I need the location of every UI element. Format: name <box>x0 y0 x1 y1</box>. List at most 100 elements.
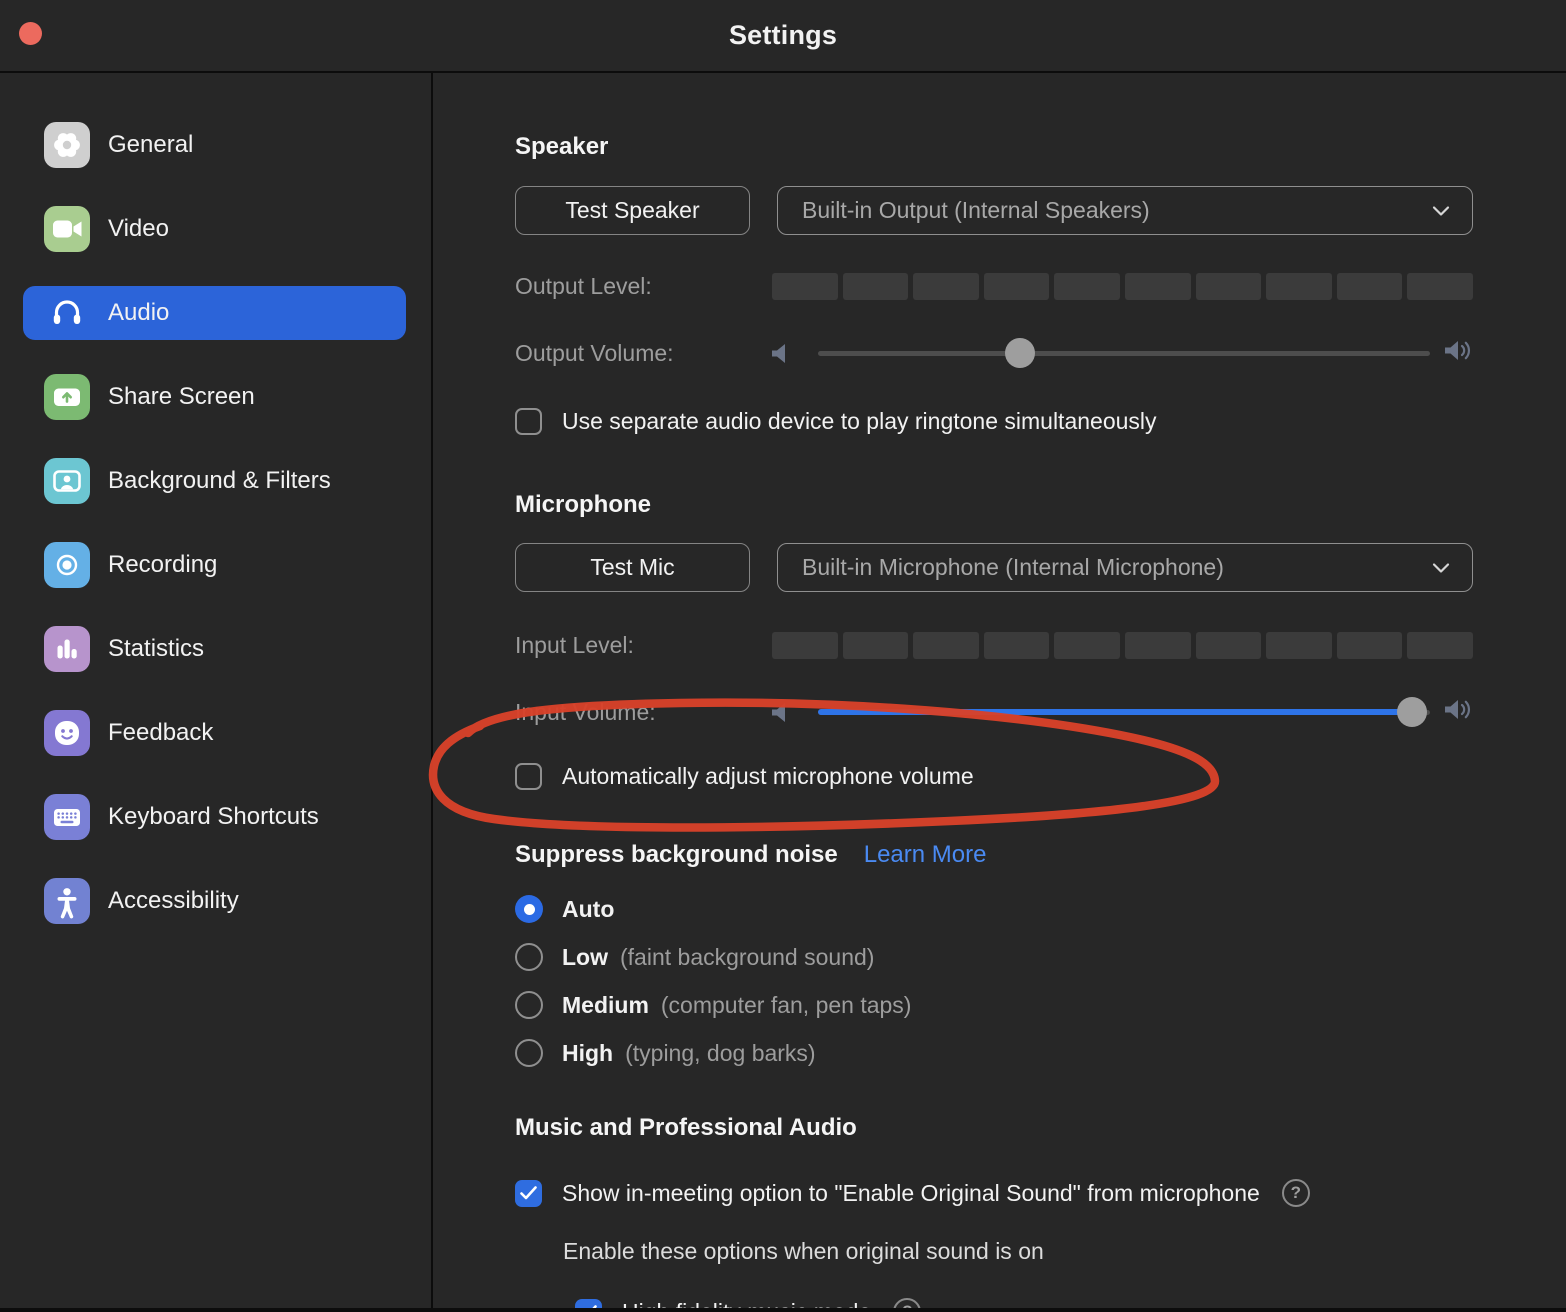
mic-loud-icon <box>1445 698 1473 726</box>
radio-auto[interactable] <box>515 895 543 923</box>
titlebar: Settings <box>0 0 1566 73</box>
sidebar-item-label: Share Screen <box>108 383 255 411</box>
speaker-heading: Speaker <box>515 133 1473 161</box>
share-screen-icon <box>44 374 90 420</box>
auto-adjust-checkbox-row: Automatically adjust microphone volume <box>515 762 1473 790</box>
output-volume-label: Output Volume: <box>515 340 772 367</box>
output-level-row: Output Level: <box>515 273 1473 300</box>
radio-high[interactable] <box>515 1039 543 1067</box>
ringtone-checkbox-row: Use separate audio device to play ringto… <box>515 407 1473 435</box>
sidebar-item-audio[interactable]: Audio <box>23 286 406 340</box>
input-volume-knob[interactable] <box>1397 697 1427 727</box>
noise-option-medium: Medium (computer fan, pen taps) <box>515 991 1473 1019</box>
sidebar-item-keyboard-shortcuts[interactable]: Keyboard Shortcuts <box>23 790 406 844</box>
record-icon <box>44 542 90 588</box>
input-level-row: Input Level: <box>515 632 1473 659</box>
radio-medium[interactable] <box>515 991 543 1019</box>
sidebar-item-label: Feedback <box>108 719 213 747</box>
video-camera-icon <box>44 206 90 252</box>
input-level-label: Input Level: <box>515 632 772 659</box>
output-volume-knob[interactable] <box>1005 338 1035 368</box>
speaker-device-value: Built-in Output (Internal Speakers) <box>802 197 1150 224</box>
radio-high-hint: (typing, dog barks) <box>625 1040 815 1067</box>
sidebar: General Video <box>0 73 433 1310</box>
window-title: Settings <box>729 20 837 51</box>
noise-option-auto: Auto <box>515 895 1473 923</box>
sidebar-item-accessibility[interactable]: Accessibility <box>23 874 406 928</box>
input-volume-label: Input Volume: <box>515 699 772 726</box>
checkmark-icon <box>580 1305 597 1312</box>
bar-chart-icon <box>44 626 90 672</box>
input-level-meter <box>772 632 1473 659</box>
sidebar-item-label: Keyboard Shortcuts <box>108 803 319 831</box>
mic-device-value: Built-in Microphone (Internal Microphone… <box>802 554 1224 581</box>
sidebar-item-label: Audio <box>108 299 169 327</box>
input-volume-slider[interactable] <box>818 697 1430 727</box>
radio-low[interactable] <box>515 943 543 971</box>
sidebar-item-label: Accessibility <box>108 887 239 915</box>
speaker-device-dropdown[interactable]: Built-in Output (Internal Speakers) <box>777 186 1473 235</box>
high-fidelity-checkbox[interactable] <box>575 1299 602 1312</box>
original-sound-checkbox[interactable] <box>515 1180 542 1207</box>
test-speaker-button[interactable]: Test Speaker <box>515 186 750 235</box>
sidebar-item-statistics[interactable]: Statistics <box>23 622 406 676</box>
radio-low-hint: (faint background sound) <box>620 944 874 971</box>
checkmark-icon <box>520 1186 537 1200</box>
audio-settings-panel: Speaker Test Speaker Built-in Output (In… <box>433 73 1566 1310</box>
sidebar-item-label: Video <box>108 215 169 243</box>
person-frame-icon <box>44 458 90 504</box>
ringtone-checkbox[interactable] <box>515 408 542 435</box>
speaker-controls-row: Test Speaker Built-in Output (Internal S… <box>515 186 1473 235</box>
headphones-icon <box>44 290 90 336</box>
gear-icon <box>44 122 90 168</box>
help-icon[interactable]: ? <box>893 1298 921 1312</box>
noise-option-high: High (typing, dog barks) <box>515 1039 1473 1067</box>
radio-auto-label: Auto <box>562 896 614 923</box>
auto-adjust-checkbox[interactable] <box>515 763 542 790</box>
original-sound-note: Enable these options when original sound… <box>515 1238 1473 1265</box>
mic-mute-icon <box>772 702 796 723</box>
output-level-label: Output Level: <box>515 273 772 300</box>
smiley-icon <box>44 710 90 756</box>
keyboard-icon <box>44 794 90 840</box>
output-volume-slider[interactable] <box>818 338 1430 368</box>
radio-medium-label: Medium <box>562 992 649 1019</box>
sidebar-item-general[interactable]: General <box>23 118 406 172</box>
original-sound-checkbox-row: Show in-meeting option to "Enable Origin… <box>515 1179 1473 1207</box>
output-volume-row: Output Volume: <box>515 338 1473 368</box>
sidebar-item-background-filters[interactable]: Background & Filters <box>23 454 406 508</box>
sidebar-item-label: Background & Filters <box>108 467 331 495</box>
ringtone-checkbox-label: Use separate audio device to play ringto… <box>562 408 1157 435</box>
microphone-heading: Microphone <box>515 491 1473 519</box>
sidebar-item-recording[interactable]: Recording <box>23 538 406 592</box>
help-icon[interactable]: ? <box>1282 1179 1310 1207</box>
sidebar-item-label: General <box>108 131 193 159</box>
music-audio-heading: Music and Professional Audio <box>515 1114 1473 1142</box>
mic-device-dropdown[interactable]: Built-in Microphone (Internal Microphone… <box>777 543 1473 592</box>
auto-adjust-checkbox-label: Automatically adjust microphone volume <box>562 763 974 790</box>
chevron-down-icon <box>1432 562 1450 574</box>
close-button[interactable] <box>19 22 42 45</box>
speaker-loud-icon <box>1445 339 1473 367</box>
sidebar-item-share-screen[interactable]: Share Screen <box>23 370 406 424</box>
accessibility-icon <box>44 878 90 924</box>
sidebar-item-feedback[interactable]: Feedback <box>23 706 406 760</box>
input-volume-row: Input Volume: <box>515 697 1473 727</box>
suppress-noise-heading: Suppress background noise <box>515 841 838 869</box>
original-sound-checkbox-label: Show in-meeting option to "Enable Origin… <box>562 1180 1260 1207</box>
speaker-mute-icon <box>772 343 796 364</box>
radio-medium-hint: (computer fan, pen taps) <box>661 992 912 1019</box>
output-level-meter <box>772 273 1473 300</box>
high-fidelity-checkbox-row: High fidelity music mode ? <box>515 1298 1473 1312</box>
test-mic-button[interactable]: Test Mic <box>515 543 750 592</box>
noise-option-low: Low (faint background sound) <box>515 943 1473 971</box>
sidebar-item-video[interactable]: Video <box>23 202 406 256</box>
learn-more-link[interactable]: Learn More <box>864 841 987 869</box>
radio-high-label: High <box>562 1040 613 1067</box>
mic-controls-row: Test Mic Built-in Microphone (Internal M… <box>515 543 1473 592</box>
radio-low-label: Low <box>562 944 608 971</box>
chevron-down-icon <box>1432 205 1450 217</box>
sidebar-item-label: Recording <box>108 551 217 579</box>
high-fidelity-checkbox-label: High fidelity music mode <box>622 1299 871 1312</box>
settings-window: Settings General <box>0 0 1566 1312</box>
